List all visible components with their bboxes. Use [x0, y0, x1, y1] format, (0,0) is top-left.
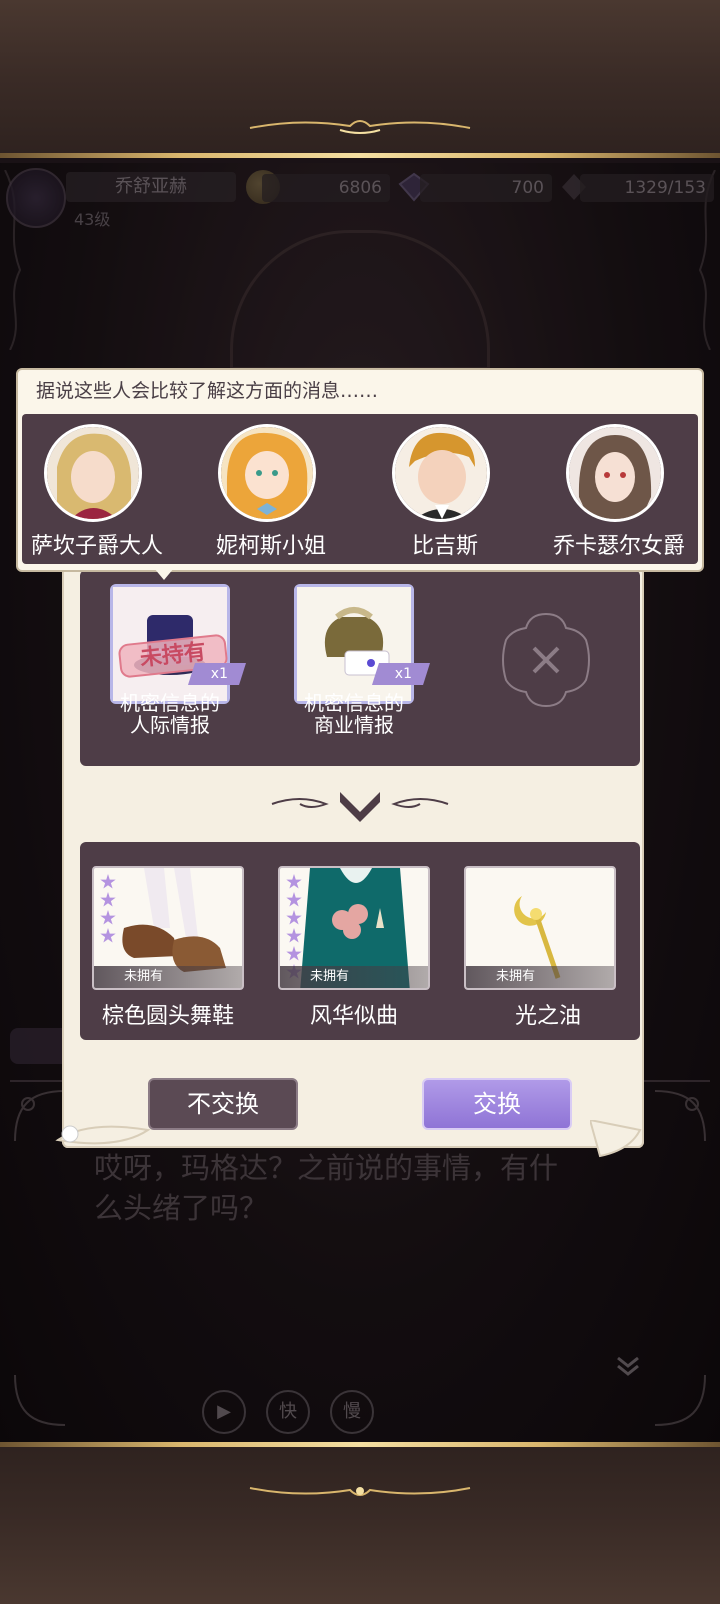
- character-avatar: [569, 427, 661, 519]
- character-name: 乔卡瑟尔女爵: [552, 534, 685, 559]
- character-name: 比吉斯: [411, 534, 478, 559]
- reward-item-shoes[interactable]: 未拥有: [92, 866, 244, 990]
- input-item-label: 机密信息的 商业情报: [274, 692, 434, 736]
- star-icon: [100, 892, 116, 907]
- label-line: 机密信息的: [304, 691, 404, 715]
- character-avatar: [221, 427, 313, 519]
- reward-item-wand[interactable]: 未拥有: [464, 866, 616, 990]
- star-icon: [286, 928, 302, 943]
- star-icon: [100, 874, 116, 889]
- character-portrait[interactable]: [566, 424, 664, 522]
- ownership-status: 未拥有: [94, 966, 242, 988]
- tooltip-title: 据说这些人会比较了解这方面的消息……: [36, 380, 379, 402]
- gold-flourish-bottom: [249, 1487, 471, 1496]
- label-line: 人际情报: [130, 713, 210, 737]
- star-icon: [286, 874, 302, 889]
- gold-flourish-top: [249, 120, 471, 134]
- star-icon: [286, 892, 302, 907]
- parchment-curl-left: [55, 1125, 151, 1145]
- down-arrow-divider-icon: [271, 792, 449, 822]
- reward-item-dress[interactable]: 未拥有: [278, 866, 430, 990]
- quantity-tag: x1: [188, 663, 246, 685]
- quantity-tag: x1: [372, 663, 430, 685]
- star-icon: [286, 910, 302, 925]
- bottom-frame-band: [0, 1442, 720, 1604]
- ownership-status: 未拥有: [280, 966, 428, 988]
- empty-slot-icon: [502, 612, 590, 708]
- character-portrait[interactable]: [392, 424, 490, 522]
- reward-name: 棕色圆头舞鞋: [101, 1004, 234, 1029]
- character-portrait[interactable]: [44, 424, 142, 522]
- input-item-business-intel[interactable]: [294, 584, 414, 704]
- input-item-social-intel[interactable]: 未持有: [110, 584, 230, 704]
- character-avatar: [395, 427, 487, 519]
- reward-name: 风华似曲: [309, 1004, 398, 1029]
- reward-name: 光之油: [514, 1004, 581, 1029]
- character-name: 萨坎子爵大人: [30, 534, 163, 559]
- character-name: 妮柯斯小姐: [215, 534, 326, 559]
- confirm-exchange-button[interactable]: 交换: [422, 1078, 572, 1130]
- input-item-label: 机密信息的 人际情报: [90, 692, 250, 736]
- star-icon: [286, 946, 302, 961]
- label-line: 商业情报: [314, 713, 394, 737]
- star-icon: [100, 910, 116, 925]
- label-line: 机密信息的: [120, 691, 220, 715]
- top-frame-band: [0, 0, 720, 158]
- rarity-stars: [100, 874, 118, 946]
- star-icon: [100, 928, 116, 943]
- parchment-curl-right: [590, 1120, 642, 1158]
- character-avatar: [47, 427, 139, 519]
- ownership-status: 未拥有: [466, 966, 614, 988]
- decline-exchange-button[interactable]: 不交换: [148, 1078, 298, 1130]
- character-portrait[interactable]: [218, 424, 316, 522]
